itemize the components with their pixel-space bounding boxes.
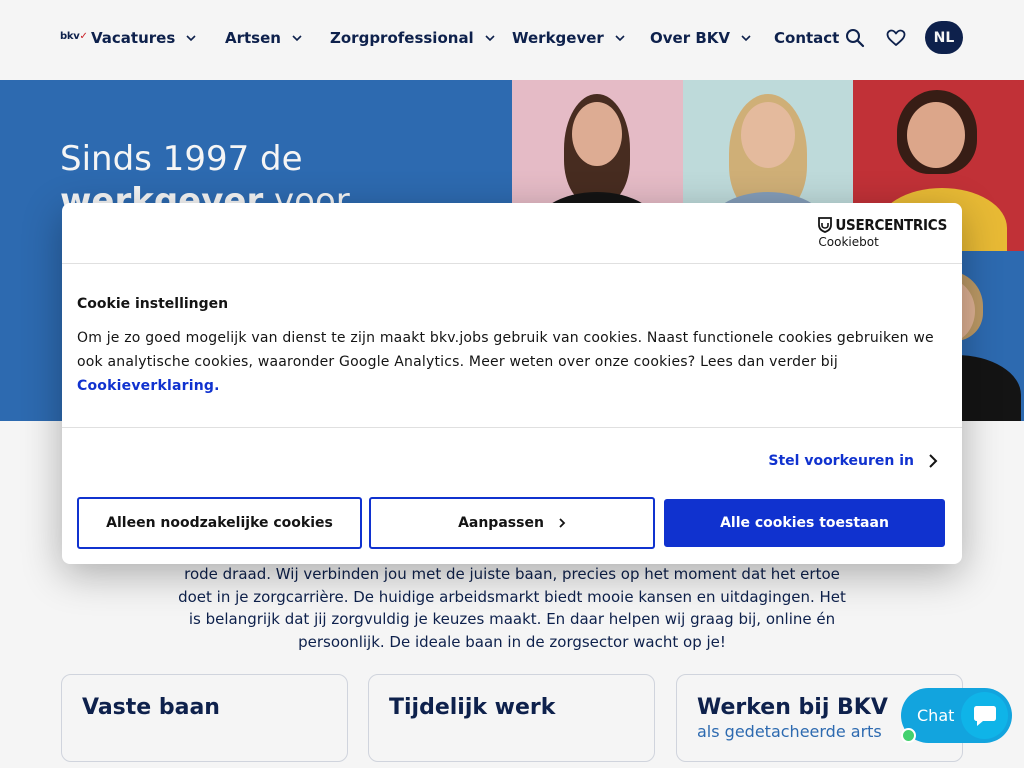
cookie-dialog-body: Om je zo goed mogelijk van dienst te zij…: [77, 330, 934, 370]
card-title: Vaste baan: [82, 695, 220, 720]
nav-item-label: Vacatures: [91, 29, 176, 47]
necessary-cookies-label: Alleen noodzakelijke cookies: [106, 515, 333, 531]
nav-item-over-bkv[interactable]: Over BKV: [650, 27, 752, 49]
nav-item-label: Contact: [774, 29, 840, 47]
logo-text: bkv: [60, 31, 80, 42]
chevron-down-icon: [186, 35, 196, 42]
nav-item-label: Zorgprofessional: [330, 29, 474, 47]
nav-item-werkgever[interactable]: Werkgever: [512, 27, 626, 49]
allow-all-cookies-button[interactable]: Alle cookies toestaan: [664, 499, 945, 547]
card-title: Tijdelijk werk: [389, 695, 556, 720]
favorites-button[interactable]: [884, 26, 908, 50]
nav-item-vacatures[interactable]: Vacatures: [91, 27, 197, 49]
set-preferences-link[interactable]: Stel voorkeuren in: [768, 453, 938, 469]
chevron-right-icon: [559, 518, 566, 528]
speech-bubble-icon: [973, 705, 996, 726]
intro-paragraph: rode draad. Wij verbinden jou met de jui…: [178, 565, 846, 651]
nav-item-label: Artsen: [225, 29, 281, 47]
allow-all-cookies-label: Alle cookies toestaan: [720, 515, 889, 531]
cookie-statement-link[interactable]: Cookieverklaring.: [77, 378, 220, 394]
chat-bubble: [961, 692, 1008, 739]
necessary-cookies-button[interactable]: Alleen noodzakelijke cookies: [77, 497, 362, 549]
chat-label: Chat: [917, 706, 955, 725]
nav-item-zorgprofessional[interactable]: Zorgprofessional: [330, 27, 496, 49]
card-vaste-baan[interactable]: Vaste baan: [61, 674, 348, 762]
cookie-dialog-title: Cookie instellingen: [77, 296, 229, 312]
card-tijdelijk-werk[interactable]: Tijdelijk werk: [368, 674, 655, 762]
chat-widget[interactable]: Chat: [901, 688, 1012, 743]
usercentrics-logo: USERCENTRICS Cookiebot: [818, 216, 947, 249]
bkv-logo[interactable]: bkv✓: [60, 31, 88, 42]
nav-item-label: Werkgever: [512, 29, 604, 47]
search-icon: [846, 29, 865, 48]
logo-check-icon: ✓: [79, 31, 88, 42]
cookie-dialog-text: Om je zo goed mogelijk van dienst te zij…: [77, 326, 937, 398]
chevron-down-icon: [292, 35, 302, 42]
online-status-dot: [901, 728, 916, 743]
nav-item-label: Over BKV: [650, 29, 730, 47]
hero-title-line1: Sinds 1997 de: [60, 139, 303, 179]
divider: [62, 427, 962, 428]
customize-label: Aanpassen: [458, 515, 544, 531]
chevron-right-icon: [929, 454, 938, 468]
chevron-down-icon: [741, 35, 751, 42]
customize-button[interactable]: Aanpassen: [369, 497, 655, 549]
nav-item-contact[interactable]: Contact: [774, 27, 839, 49]
card-title: Werken bij BKV: [697, 695, 888, 720]
usercentrics-brand: USERCENTRICS: [835, 216, 947, 234]
nav-item-artsen[interactable]: Artsen: [225, 27, 303, 49]
cookie-dialog: USERCENTRICS Cookiebot Cookie instelling…: [62, 203, 962, 564]
cookie-dialog-header: USERCENTRICS Cookiebot: [62, 203, 962, 264]
card-subtitle: als gedetacheerde arts: [697, 722, 882, 741]
heart-icon: [886, 29, 906, 46]
shield-icon: [818, 217, 833, 233]
language-switch[interactable]: NL: [925, 21, 963, 54]
set-preferences-label: Stel voorkeuren in: [768, 453, 914, 469]
search-button[interactable]: [843, 26, 867, 50]
chevron-down-icon: [615, 35, 625, 42]
site-header: bkv✓ Vacatures Artsen Zorgprofessional W…: [0, 0, 1024, 80]
cookiebot-label: Cookiebot: [818, 235, 879, 249]
chevron-down-icon: [485, 35, 495, 42]
